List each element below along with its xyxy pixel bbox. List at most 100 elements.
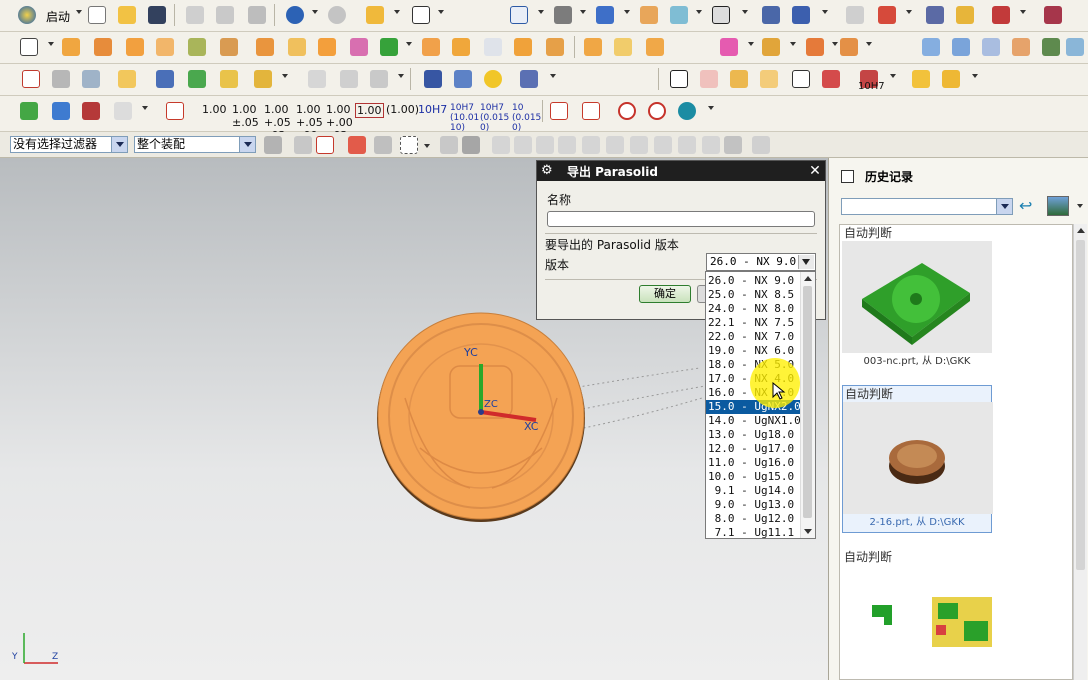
cylinder-button[interactable] (422, 68, 444, 90)
version-option[interactable]: 25.0 - NX 8.5 (706, 288, 800, 302)
version-option[interactable]: 22.1 - NX 7.5 (706, 316, 800, 330)
copy-button[interactable] (214, 4, 236, 26)
clip-section-button[interactable] (668, 4, 690, 26)
version-option[interactable]: 11.0 - Ug16.0 (706, 456, 800, 470)
remove-component-button[interactable] (804, 36, 826, 58)
undo-button[interactable] (284, 4, 306, 26)
dialog-title-bar[interactable]: ⚙ 导出 Parasolid ✕ (537, 161, 825, 181)
snap-point-b-button[interactable] (512, 134, 534, 156)
note-button[interactable] (790, 68, 812, 90)
info-dropdown-icon[interactable] (438, 10, 444, 14)
undo-dropdown-icon[interactable] (312, 10, 318, 14)
replace-dropdown-icon[interactable] (866, 42, 872, 46)
datum-dropdown-icon[interactable] (406, 42, 412, 46)
snap-point-h-button[interactable] (652, 134, 674, 156)
chevron-down-icon[interactable] (798, 255, 814, 269)
move-object-button[interactable] (760, 4, 782, 26)
history-pin-checkbox[interactable] (841, 170, 854, 183)
scroll-thumb[interactable] (1076, 240, 1085, 570)
snap-point-k-button[interactable] (722, 134, 744, 156)
dim-style-9[interactable]: 10H7 (10.01 10) (450, 103, 479, 133)
palette-dropdown-icon[interactable] (1077, 204, 1083, 208)
geometric-tolerance-button[interactable] (668, 68, 690, 90)
spring-button[interactable] (452, 68, 474, 90)
face-analysis-button[interactable] (338, 68, 360, 90)
shell-button[interactable] (512, 36, 534, 58)
render-style-button[interactable] (552, 4, 574, 26)
paste-button[interactable] (246, 4, 268, 26)
replace-component-button[interactable] (838, 36, 860, 58)
layer-settings-button[interactable] (790, 4, 812, 26)
render-dropdown-icon[interactable] (580, 10, 586, 14)
snap-point-f-button[interactable] (604, 134, 626, 156)
check-mate-button[interactable] (50, 100, 72, 122)
version-option[interactable]: 9.1 - Ug14.0 (706, 484, 800, 498)
selection-filter-combo[interactable]: 没有选择过滤器 (10, 136, 128, 153)
select-solid-button[interactable] (460, 134, 482, 156)
sew-button[interactable] (1040, 36, 1062, 58)
background-button[interactable] (710, 4, 732, 26)
offset-face-button[interactable] (582, 36, 604, 58)
slot-button[interactable] (286, 36, 308, 58)
start-label[interactable]: 启动 (46, 8, 70, 25)
list-objects-button[interactable] (844, 4, 866, 26)
pad-button[interactable] (254, 36, 276, 58)
snap-point-i-button[interactable] (676, 134, 698, 156)
expression-button[interactable] (80, 68, 102, 90)
diameter-button[interactable] (616, 100, 638, 122)
block-button[interactable] (124, 36, 146, 58)
datum-target-button[interactable] (728, 68, 750, 90)
measure-button[interactable] (954, 4, 976, 26)
snap-button[interactable] (990, 4, 1012, 26)
back-arrow-icon[interactable]: ↩ (1019, 196, 1039, 216)
surface-finish-button[interactable] (758, 68, 780, 90)
bearing-button[interactable] (482, 68, 504, 90)
rectangle-select-button[interactable] (398, 134, 420, 156)
trim-body-button[interactable] (420, 36, 442, 58)
name-input[interactable] (547, 211, 815, 227)
scroll-up-icon[interactable] (1077, 228, 1085, 233)
version-option[interactable]: 10.0 - Ug15.0 (706, 470, 800, 484)
command-dropdown-icon[interactable] (394, 10, 400, 14)
patch-button[interactable] (1064, 36, 1086, 58)
abd-dropdown-icon[interactable] (282, 74, 288, 78)
feature-control-button[interactable] (698, 68, 720, 90)
extrude-button[interactable] (60, 36, 82, 58)
add-component-button[interactable] (718, 36, 740, 58)
version-option[interactable]: 8.0 - Ug12.0 (706, 512, 800, 526)
surface-button[interactable] (920, 36, 942, 58)
chamfer-button[interactable] (482, 36, 504, 58)
gear-icon[interactable]: ⚙ (541, 163, 557, 179)
chevron-down-icon[interactable] (111, 137, 127, 152)
select-body-button[interactable] (438, 134, 460, 156)
edge-blend-button[interactable] (450, 36, 472, 58)
disc-part-model[interactable] (377, 312, 585, 522)
version-option[interactable]: 14.0 - UgNX1.0 (706, 414, 801, 428)
orient-dropdown-icon[interactable] (624, 10, 630, 14)
snap-face-button[interactable] (314, 134, 336, 156)
deviation-dropdown-icon[interactable] (398, 74, 404, 78)
dim-style-1[interactable]: 1.00 (202, 103, 227, 116)
studio-surface-button[interactable] (980, 36, 1002, 58)
snap-point-g-button[interactable] (628, 134, 650, 156)
point-button[interactable] (20, 68, 42, 90)
pocket-button[interactable] (218, 36, 240, 58)
snap-dropdown-icon[interactable] (1020, 10, 1026, 14)
leader-b-button[interactable] (580, 100, 602, 122)
explode-dropdown-icon[interactable] (972, 74, 978, 78)
mate-dropdown-icon[interactable] (790, 42, 796, 46)
return-dropdown-icon[interactable] (708, 106, 714, 110)
history-item[interactable]: 自动判断 (842, 549, 992, 677)
mate-component-button[interactable] (760, 36, 782, 58)
hole-button[interactable] (154, 36, 176, 58)
scroll-thumb[interactable] (803, 286, 812, 518)
explode-button[interactable] (940, 68, 962, 90)
fastener-button[interactable] (518, 68, 540, 90)
cut-button[interactable] (184, 4, 206, 26)
save-button[interactable] (146, 4, 168, 26)
select-dropdown-icon[interactable] (424, 144, 430, 148)
label-button[interactable] (116, 68, 138, 90)
snap-point-a-button[interactable] (490, 134, 512, 156)
dim-style-11[interactable]: 10 (0.015 0) (512, 103, 541, 133)
check-geometry-button[interactable] (18, 100, 40, 122)
